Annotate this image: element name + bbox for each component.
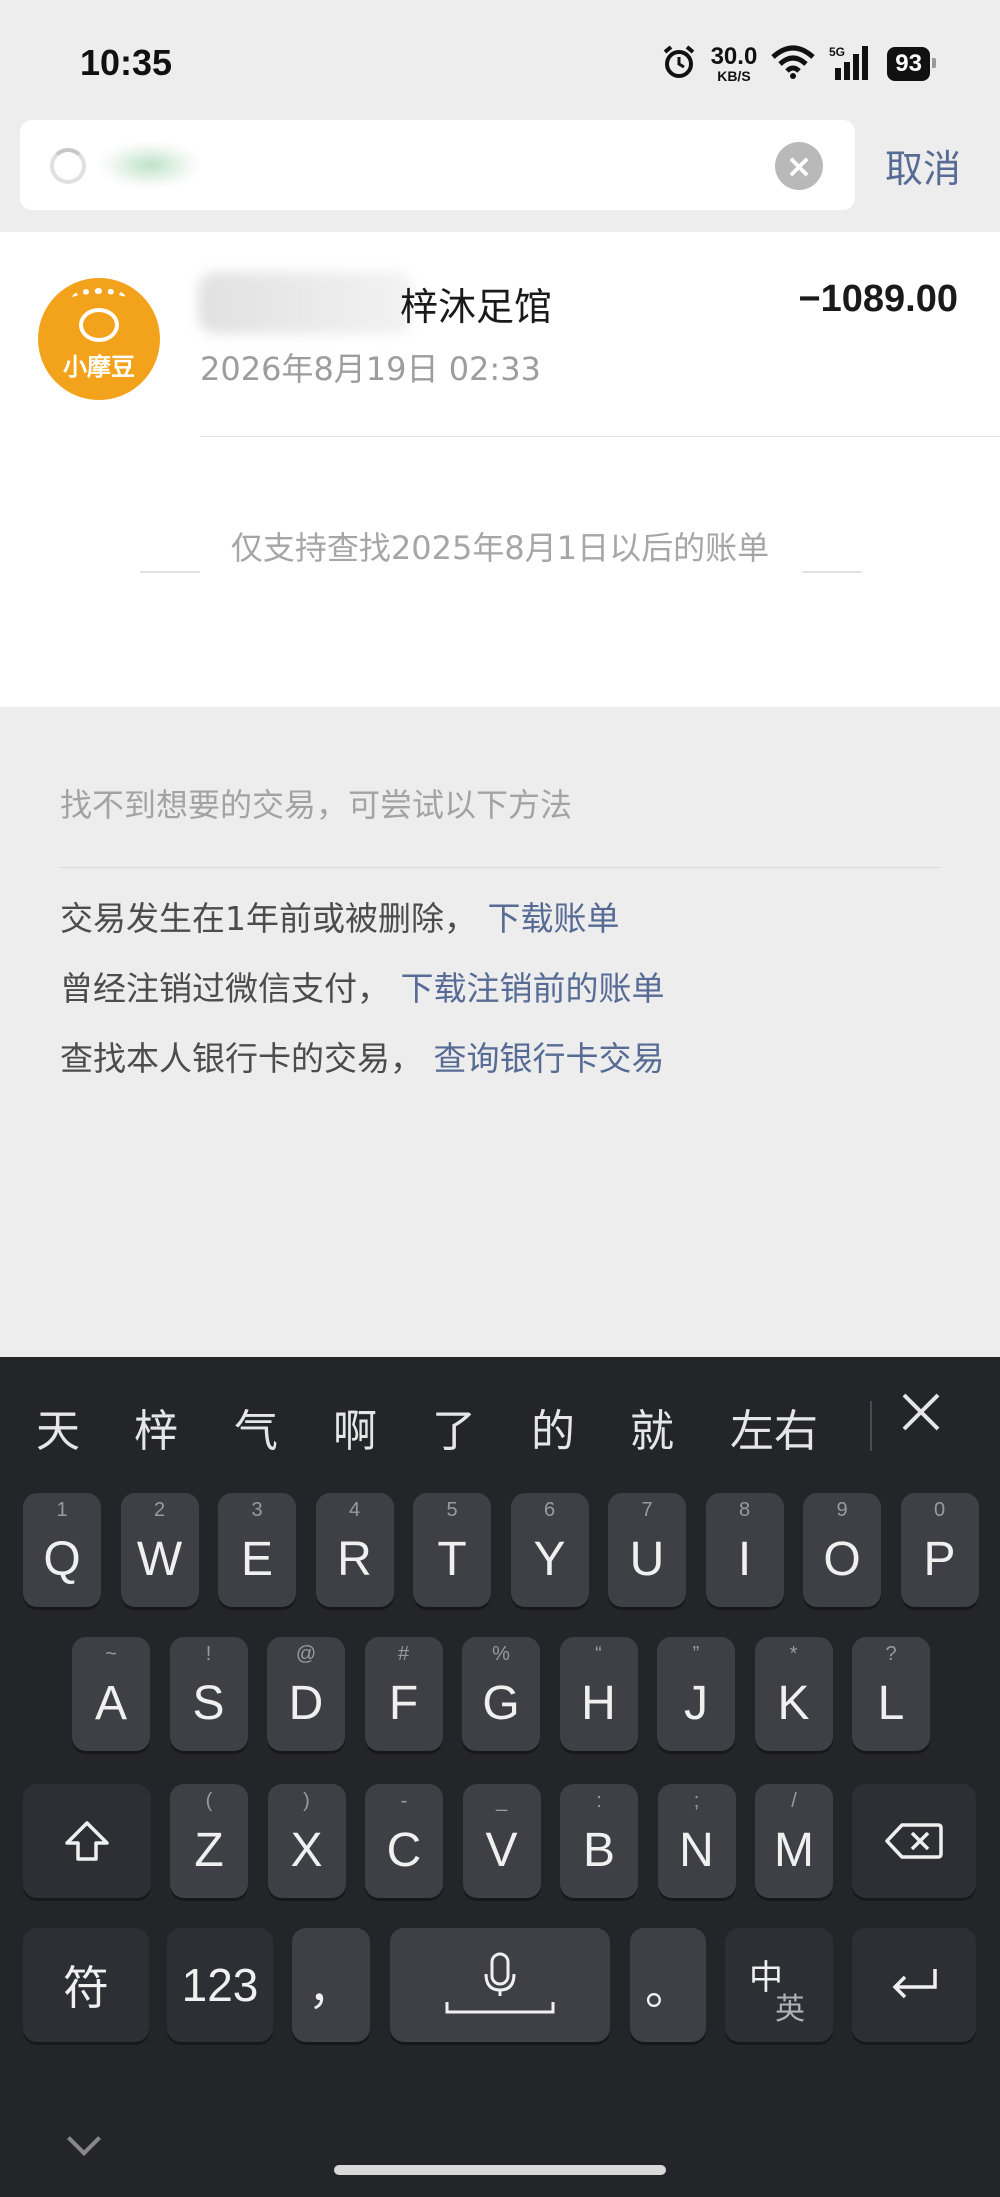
merchant-name-redacted [198,272,413,334]
candidate-word[interactable]: 梓 [134,1395,178,1459]
key-r[interactable]: 4R [315,1493,394,1607]
key-o[interactable]: 9O [803,1493,881,1607]
candidate-word[interactable]: 气 [234,1395,278,1459]
merchant-logo: 小摩豆 [38,278,160,400]
backspace-key[interactable] [852,1784,976,1898]
key-p[interactable]: 0P [900,1493,979,1607]
download-bill-link[interactable]: 下载账单 [488,899,620,938]
search-input[interactable]: × [20,120,855,210]
number-key[interactable]: 123 [167,1928,273,2042]
enter-key[interactable] [852,1928,976,2042]
cancel-button[interactable]: 取消 [885,138,961,193]
candidate-word[interactable]: 啊 [333,1395,377,1459]
key-m[interactable]: / M [755,1784,833,1898]
battery-indicator: 93 [887,47,936,81]
candidate-word[interactable]: 左右 [730,1395,818,1459]
svg-text:5G: 5G [829,45,845,59]
status-icons: 30.0 KB/S 5G 93 [661,43,936,84]
backspace-icon [885,1823,943,1859]
key-d[interactable]: @ D [267,1637,345,1751]
help-item: 查找本人银行卡的交易， 查询银行卡交易 [60,1039,665,1078]
shift-icon [65,1821,109,1861]
close-icon [902,1393,940,1431]
keyboard: 天 梓 气 啊 了 的 就 左右 1 Q 2 W 3 E 4 R 5 T 6 Y 7 U 8 I 9 O 0 P ~ A!… [0,1357,1000,2197]
symbol-key[interactable]: 符 [23,1928,149,2042]
alarm-icon [661,44,697,84]
key-x[interactable]: ) X [267,1784,346,1898]
key-y[interactable]: 6Y [510,1493,589,1607]
key-b[interactable]: :B [560,1784,638,1898]
query-bank-card-link[interactable]: 查询银行卡交易 [434,1039,665,1078]
candidate-bar: 天 梓 气 啊 了 的 就 左右 [0,1357,1000,1487]
help-item: 交易发生在1年前或被删除， 下载账单 [60,899,620,938]
space-key[interactable] [390,1928,610,2042]
key-j[interactable]: ” J [657,1637,735,1751]
divider [140,571,200,573]
candidate-word[interactable]: 的 [531,1395,575,1459]
key-i[interactable]: 8I [705,1493,784,1607]
shift-key[interactable] [23,1784,151,1898]
period-key[interactable]: 。 [630,1928,706,2042]
search-query-redacted [100,142,200,188]
key-a[interactable]: ~ A [72,1637,150,1751]
help-item: 曾经注销过微信支付， 下载注销前的账单 [60,969,665,1008]
key-q[interactable]: 1Q [23,1493,101,1607]
comma-key[interactable]: ， [292,1928,370,2042]
key-k[interactable]: * K [754,1637,833,1751]
key-g[interactable]: % G [462,1637,540,1751]
download-pre-cancel-bill-link[interactable]: 下载注销前的账单 [401,969,665,1008]
search-row: × 取消 [0,118,1000,214]
key-e[interactable]: 3E [218,1493,296,1607]
key-w[interactable]: 2W [120,1493,199,1607]
status-bar: 10:35 30.0 KB/S 5G 93 [0,0,1000,120]
divider [200,436,1000,437]
clear-search-button[interactable]: × [775,142,823,190]
key-t[interactable]: 5T [413,1493,491,1607]
transaction-date: 2026年8月19日 02:33 [200,350,541,388]
candidate-word[interactable]: 就 [630,1395,674,1459]
key-u[interactable]: 7U [608,1493,686,1607]
key-v[interactable]: _ V [462,1784,541,1898]
candidate-word[interactable]: 了 [432,1395,476,1459]
status-time: 10:35 [80,42,173,83]
home-indicator[interactable] [334,2165,666,2175]
search-results: 小摩豆 梓沐足馆 −1089.00 2026年8月19日 02:33 仅支持查找… [0,232,1000,707]
language-switch-key[interactable]: 中 英 [725,1928,833,2042]
wifi-icon [771,45,815,83]
search-limit-note: 仅支持查找2025年8月1日以后的账单 [230,529,770,567]
key-s[interactable]: ! S [169,1637,248,1751]
merchant-name: 梓沐足馆 [400,285,553,329]
key-c[interactable]: -C [365,1784,443,1898]
key-h[interactable]: “H [559,1637,638,1751]
help-title: 找不到想要的交易，可尝试以下方法 [60,780,940,868]
transaction-amount: −1089.00 [798,278,958,320]
cellular-signal-icon: 5G [829,44,873,84]
enter-icon [892,1969,937,1999]
smiley-face-icon [79,308,119,342]
divider [802,571,862,573]
transaction-row[interactable]: 小摩豆 梓沐足馆 −1089.00 2026年8月19日 02:33 [0,232,1000,437]
loading-spinner-icon [50,148,86,184]
help-section: 找不到想要的交易，可尝试以下方法 交易发生在1年前或被删除， 下载账单 曾经注销… [60,780,940,1078]
network-speed: 30.0 KB/S [710,43,758,84]
collapse-keyboard-icon[interactable] [67,2122,101,2156]
key-z[interactable]: (Z [170,1784,248,1898]
sun-rays-icon [72,288,126,308]
key-l[interactable]: ? L [852,1637,930,1751]
divider [870,1401,872,1451]
close-candidates-button[interactable] [893,1387,949,1449]
key-f[interactable]: # F [364,1637,443,1751]
microphone-icon [445,1952,555,2014]
key-n[interactable]: ; N [657,1784,736,1898]
candidate-word[interactable]: 天 [36,1395,80,1459]
